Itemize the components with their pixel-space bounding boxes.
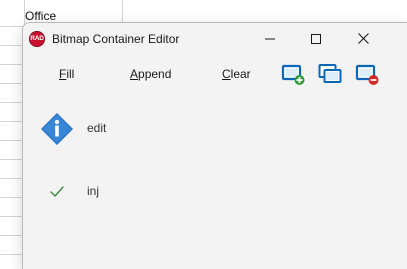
bitmap-container-editor-window: RAD Bitmap Container Editor Fill Append … xyxy=(22,22,407,269)
remove-bitmap-icon xyxy=(355,64,379,85)
maximize-icon xyxy=(311,33,321,44)
grid-row-line xyxy=(0,121,24,122)
clear-label-rest: lear xyxy=(230,67,251,81)
title-bar[interactable]: RAD Bitmap Container Editor xyxy=(23,23,407,54)
list-item[interactable]: edit xyxy=(23,108,407,148)
grid-row-line xyxy=(0,45,24,46)
grid-row-line xyxy=(0,197,24,198)
grid-row-line xyxy=(0,216,24,217)
grid-row-line xyxy=(0,178,24,179)
maximize-button[interactable] xyxy=(293,23,339,54)
close-button[interactable] xyxy=(340,23,386,54)
info-diamond-icon xyxy=(40,112,74,146)
checkmark-icon xyxy=(40,175,74,209)
add-bitmap-icon xyxy=(281,64,305,85)
window-title: Bitmap Container Editor xyxy=(52,31,180,46)
remove-bitmap-button[interactable] xyxy=(355,62,379,86)
grid-row-line xyxy=(0,140,24,141)
grid-row-line xyxy=(0,83,24,84)
duplicate-bitmap-button[interactable] xyxy=(318,62,342,86)
grid-row-line xyxy=(0,64,24,65)
list-item-label: edit xyxy=(87,121,107,135)
fill-label-rest: ill xyxy=(66,67,75,81)
toolbar: Fill Append Clear xyxy=(23,54,407,92)
clear-menu-item[interactable]: Clear xyxy=(222,67,251,81)
append-label-rest: ppend xyxy=(138,67,172,81)
sheet-cell-office[interactable]: Office xyxy=(25,9,56,23)
grid-row-line xyxy=(0,159,24,160)
grid-row-line xyxy=(0,235,24,236)
append-menu-item[interactable]: Append xyxy=(130,67,171,81)
grid-row-line xyxy=(0,102,24,103)
append-accelerator: A xyxy=(130,67,139,81)
duplicate-bitmap-icon xyxy=(318,64,342,83)
minimize-button[interactable] xyxy=(247,23,293,54)
add-bitmap-button[interactable] xyxy=(281,62,305,86)
app-logo-icon: RAD xyxy=(29,30,45,47)
close-icon xyxy=(357,33,369,44)
grid-row-line xyxy=(0,254,24,255)
list-item[interactable]: inj xyxy=(23,171,407,211)
list-item-label: inj xyxy=(87,184,100,198)
fill-menu-item[interactable]: Fill xyxy=(59,67,74,81)
minimize-icon xyxy=(265,38,275,39)
bitmap-list[interactable]: edit inj xyxy=(23,92,407,269)
clear-accelerator: C xyxy=(222,67,231,81)
